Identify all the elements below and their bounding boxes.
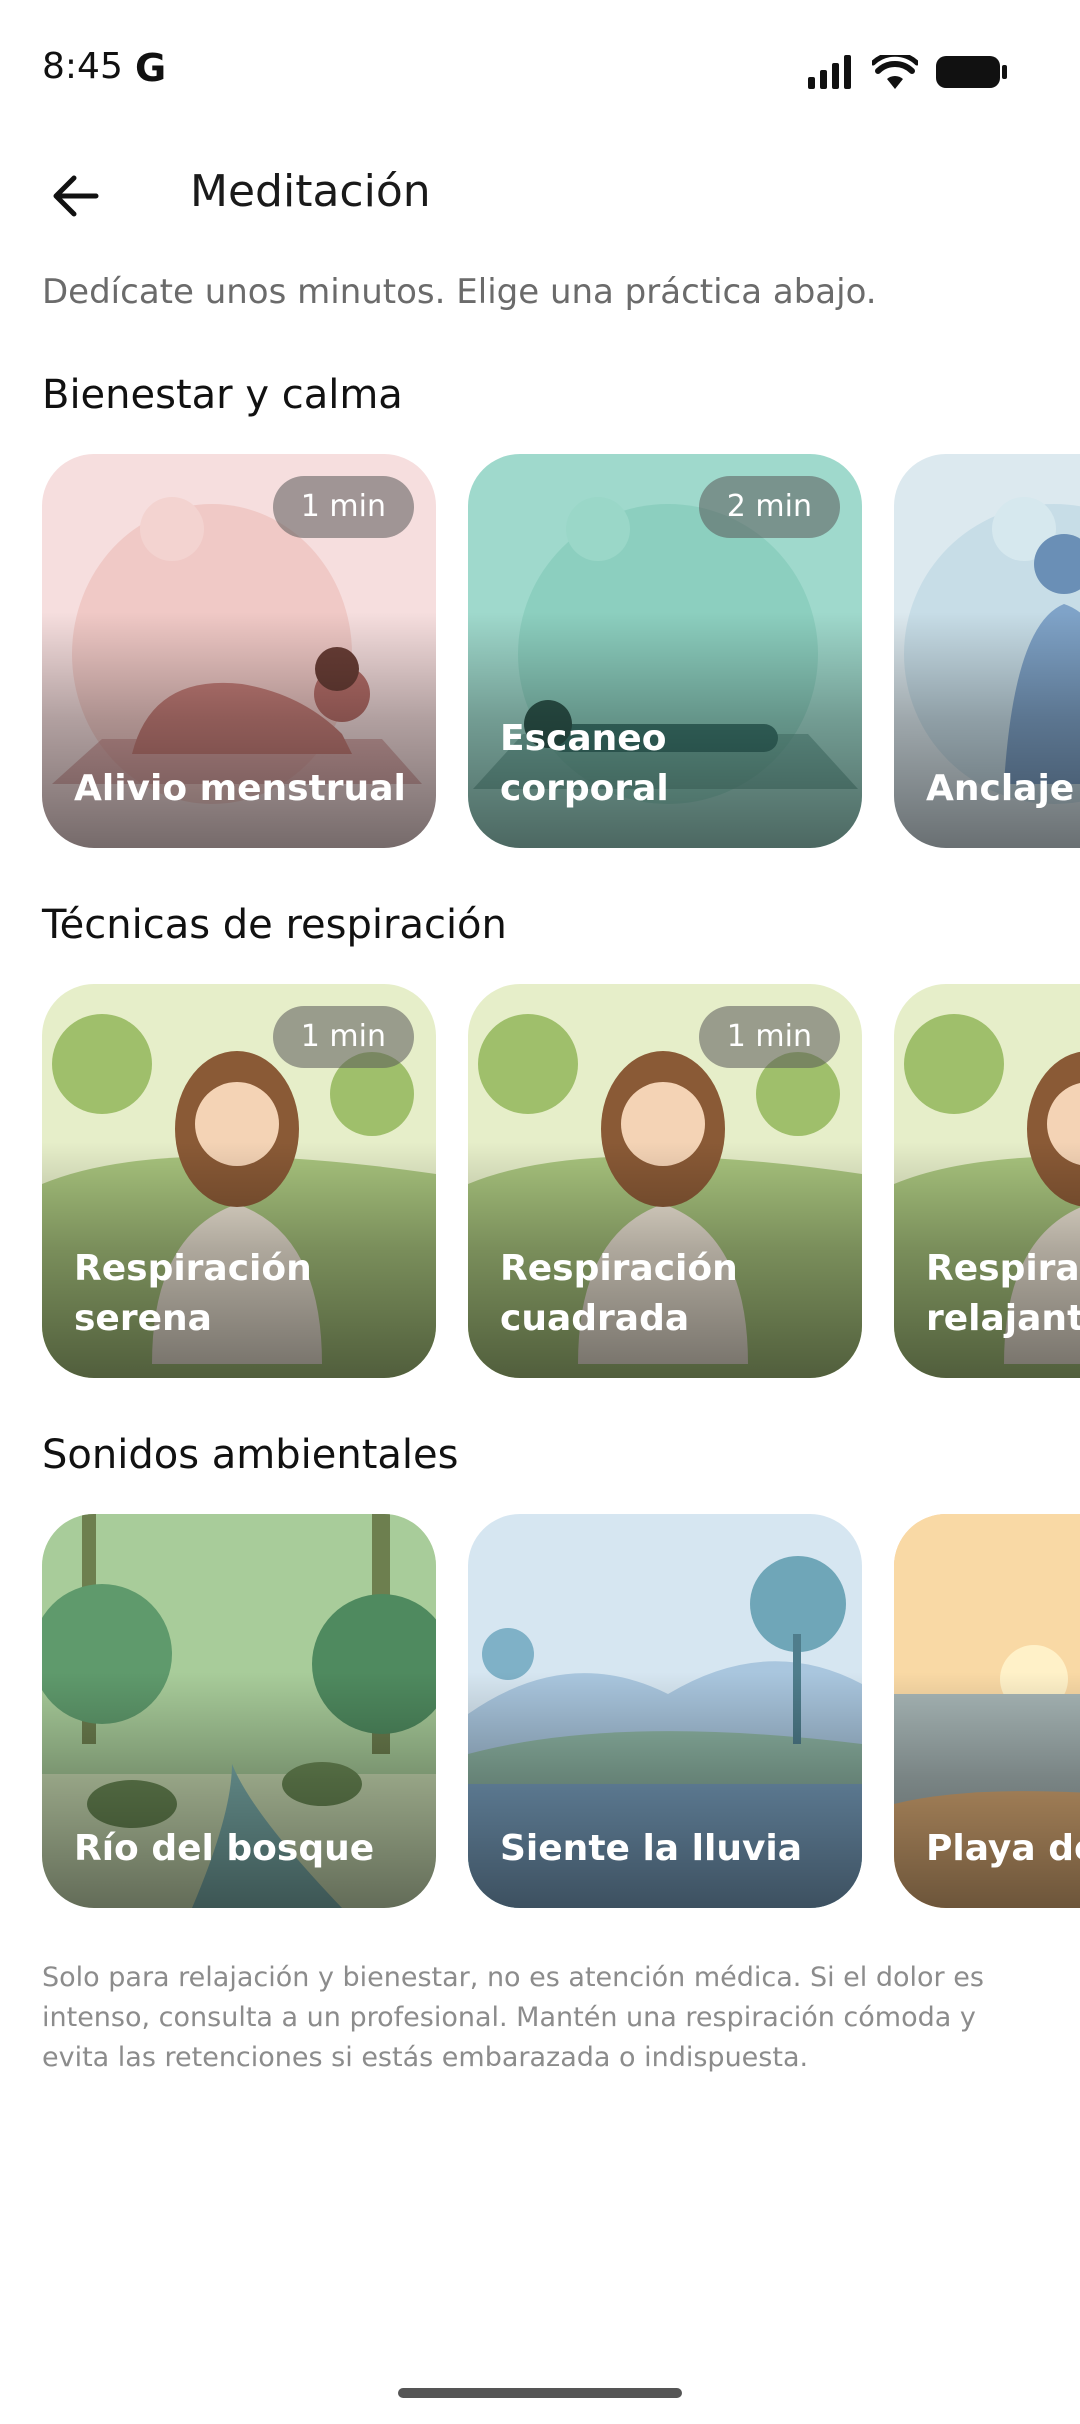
card-label: Anclaje 5 <box>926 768 1075 809</box>
card-row-wellbeing[interactable]: 1 min Alivio menstrual 2 min Escaneo cor… <box>42 454 1080 848</box>
status-bar: 8:45 G <box>0 0 1080 140</box>
status-time: 8:45 <box>42 46 123 87</box>
card-label: Respiraci relajante <box>926 1248 1080 1339</box>
card-body-scan[interactable]: 2 min Escaneo corporal <box>468 454 862 848</box>
card-row-ambient-sounds[interactable]: Río del bosque Siente la lluvia Playa de <box>42 1514 1080 1908</box>
card-label: Playa de <box>926 1828 1080 1869</box>
card-menstrual-relief[interactable]: 1 min Alivio menstrual <box>42 454 436 848</box>
card-beach[interactable]: Playa de <box>894 1514 1080 1908</box>
back-button[interactable] <box>40 160 112 232</box>
duration-badge: 1 min <box>698 1006 840 1068</box>
status-icons <box>808 50 1008 94</box>
google-icon: G <box>135 46 167 90</box>
card-row-breathing[interactable]: 1 min Respiración serena 1 min Respiraci… <box>42 984 1080 1378</box>
duration-badge: 2 min <box>698 476 840 538</box>
section-title-wellbeing: Bienestar y calma <box>42 372 403 418</box>
card-relaxing-breathing[interactable]: Respiraci relajante <box>894 984 1080 1378</box>
card-grounding[interactable]: Anclaje 5 <box>894 454 1080 848</box>
section-title-ambient-sounds: Sonidos ambientales <box>42 1432 459 1478</box>
home-indicator[interactable] <box>398 2388 682 2398</box>
card-label: Alivio menstrual <box>74 768 406 809</box>
card-calm-breathing[interactable]: 1 min Respiración serena <box>42 984 436 1378</box>
battery-icon <box>936 56 1007 88</box>
card-label: Escaneo corporal <box>500 718 669 809</box>
card-box-breathing[interactable]: 1 min Respiración cuadrada <box>468 984 862 1378</box>
signal-icon <box>808 55 851 89</box>
card-label: Siente la lluvia <box>500 1828 803 1869</box>
page-title: Meditación <box>190 166 431 217</box>
card-label: Respiración cuadrada <box>500 1248 738 1339</box>
arrow-left-icon <box>53 175 99 217</box>
duration-badge: 1 min <box>272 1006 414 1068</box>
wifi-icon <box>872 55 918 89</box>
disclaimer-text: Solo para relajación y bienestar, no es … <box>42 1962 984 2073</box>
card-label: Río del bosque <box>74 1828 375 1869</box>
card-feel-the-rain[interactable]: Siente la lluvia <box>468 1514 862 1908</box>
card-forest-river[interactable]: Río del bosque <box>42 1514 436 1908</box>
card-label: Respiración serena <box>74 1248 312 1339</box>
duration-badge: 1 min <box>272 476 414 538</box>
section-title-breathing: Técnicas de respiración <box>42 902 507 948</box>
page-subtitle: Dedícate unos minutos. Elige una práctic… <box>42 272 877 312</box>
